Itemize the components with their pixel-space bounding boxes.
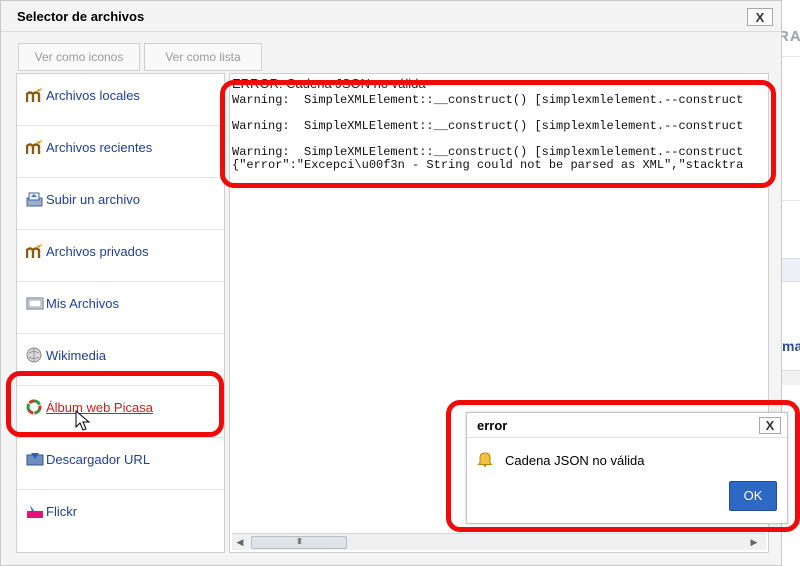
sidebar-item-flickr[interactable]: Flickr <box>17 490 224 542</box>
sidebar-item-private-files[interactable]: Archivos privados <box>17 230 224 282</box>
warning-line: Warning: SimpleXMLElement::__construct()… <box>232 145 744 159</box>
sidebar-item-label: Archivos recientes <box>46 140 153 155</box>
view-as-icons-button[interactable]: Ver como iconos <box>18 43 140 71</box>
sidebar-item-label: Álbum web Picasa <box>46 400 153 415</box>
sidebar-item-my-files[interactable]: Mis Archivos <box>17 282 224 334</box>
dialog-title: Selector de archivos <box>17 9 145 24</box>
sidebar-item-upload[interactable]: Subir un archivo <box>17 178 224 230</box>
error-header-text: ERROR: Cadena JSON no válida <box>232 76 426 91</box>
error-modal-titlebar: error X <box>467 413 787 438</box>
bell-icon <box>477 452 493 467</box>
sidebar-item-label: Flickr <box>46 504 78 519</box>
sidebar-item-url-downloader[interactable]: Descargador URL <box>17 438 224 490</box>
ok-button[interactable]: OK <box>729 481 777 511</box>
sidebar-item-label: Archivos locales <box>46 88 140 103</box>
error-modal-title: error <box>477 418 508 433</box>
view-as-list-button[interactable]: Ver como lista <box>144 43 262 71</box>
warning-line: Warning: SimpleXMLElement::__construct()… <box>232 93 744 107</box>
sidebar-item-label: Mis Archivos <box>46 296 119 311</box>
moodle-icon <box>26 88 43 102</box>
sidebar-item-wikimedia[interactable]: Wikimedia <box>17 334 224 386</box>
warning-line: Warning: SimpleXMLElement::__construct()… <box>232 119 744 133</box>
error-modal: error X Cadena JSON no válida OK <box>466 412 788 524</box>
flickr-icon <box>27 505 43 518</box>
scrollbar-thumb[interactable]: III <box>251 536 347 549</box>
folder-icon <box>26 297 44 310</box>
sidebar-item-recent-files[interactable]: Archivos recientes <box>17 126 224 178</box>
background-text-fragment: ma <box>782 338 800 354</box>
url-download-icon <box>26 453 44 466</box>
moodle-icon <box>26 140 43 154</box>
upload-icon <box>26 192 43 207</box>
sidebar-item-label: Wikimedia <box>46 348 106 363</box>
sidebar-item-local-files[interactable]: Archivos locales <box>17 74 224 126</box>
mouse-pointer-icon <box>75 410 91 431</box>
sidebar-item-label: Descargador URL <box>46 452 151 467</box>
repository-sidebar: Archivos locales Archivos recientes Subi… <box>16 73 225 553</box>
moodle-icon <box>26 244 43 258</box>
scroll-left-arrow-icon[interactable]: ◀ <box>234 536 246 548</box>
error-modal-close-button[interactable]: X <box>759 417 781 434</box>
scroll-right-arrow-icon[interactable]: ▶ <box>748 536 760 548</box>
wikimedia-icon <box>26 347 42 363</box>
sidebar-item-label: Archivos privados <box>46 244 149 259</box>
json-error-line: {"error":"Excepci\u00f3n - String could … <box>232 158 744 172</box>
dialog-titlebar: Selector de archivos X <box>1 1 781 32</box>
horizontal-scrollbar[interactable]: ◀ III ▶ <box>232 533 766 550</box>
sidebar-item-picasa[interactable]: Álbum web Picasa <box>17 386 224 438</box>
picasa-icon <box>26 399 42 415</box>
sidebar-item-label: Subir un archivo <box>46 192 140 207</box>
dialog-close-button[interactable]: X <box>747 8 773 26</box>
error-message: Cadena JSON no válida <box>505 453 645 468</box>
